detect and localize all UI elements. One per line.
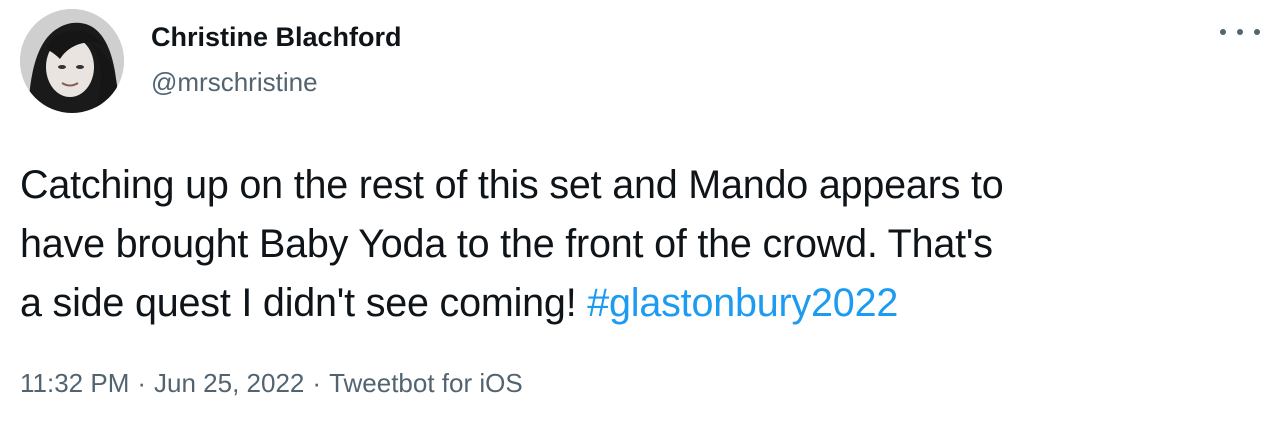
tweet-text-segment: a side quest I didn't see coming! [20, 281, 588, 325]
profile-photo-icon [20, 9, 124, 113]
dot [1220, 29, 1226, 35]
author-handle[interactable]: @mrschristine [151, 67, 318, 98]
tweet-card: Christine Blachford @mrschristine Catchi… [0, 0, 1280, 434]
author-display-name[interactable]: Christine Blachford [151, 22, 402, 53]
separator: · [137, 368, 147, 398]
separator: · [312, 368, 322, 398]
tweet-source: Tweetbot for iOS [329, 368, 523, 398]
tweet-time-link[interactable]: 11:32 PM [20, 368, 129, 398]
dot [1254, 29, 1260, 35]
tweet-text-line: a side quest I didn't see coming! #glast… [20, 274, 1260, 333]
more-options-icon[interactable] [1220, 20, 1260, 44]
tweet-text: Catching up on the rest of this set and … [20, 156, 1260, 333]
tweet-text-line: Catching up on the rest of this set and … [20, 163, 1004, 207]
tweet-date-link[interactable]: Jun 25, 2022 [154, 368, 304, 398]
hashtag-link[interactable]: #glastonbury2022 [587, 281, 898, 325]
tweet-metadata: 11:32 PM · Jun 25, 2022 · Tweetbot for iOS [20, 368, 523, 399]
dot [1237, 29, 1243, 35]
avatar[interactable] [20, 9, 124, 113]
tweet-text-line: have brought Baby Yoda to the front of t… [20, 222, 993, 266]
